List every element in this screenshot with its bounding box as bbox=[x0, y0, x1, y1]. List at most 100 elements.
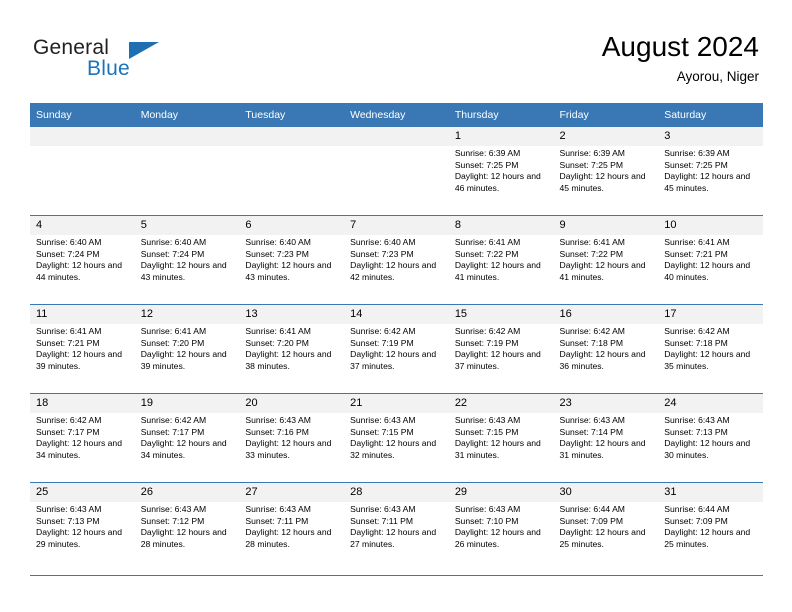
weekday-header-tuesday: Tuesday bbox=[239, 103, 345, 127]
calendar-day-cell[interactable]: 14 Sunrise: 6:42 AM Sunset: 7:19 PM Dayl… bbox=[344, 304, 449, 394]
calendar-day-cell[interactable]: 2 Sunrise: 6:39 AM Sunset: 7:25 PM Dayli… bbox=[553, 127, 659, 216]
sunset-text: Sunset: 7:19 PM bbox=[350, 337, 414, 348]
sunset-text: Sunset: 7:12 PM bbox=[140, 515, 205, 526]
sunrise-text: Sunrise: 6:43 AM bbox=[245, 504, 311, 514]
calendar-day-cell[interactable]: 28 Sunrise: 6:43 AM Sunset: 7:11 PM Dayl… bbox=[344, 482, 449, 571]
weekday-header-row: Sunday Monday Tuesday Wednesday Thursday… bbox=[30, 103, 763, 127]
day-number: 28 bbox=[344, 483, 449, 502]
calendar-day-cell[interactable]: 29 Sunrise: 6:43 AM Sunset: 7:10 PM Dayl… bbox=[448, 482, 554, 571]
brand-name-blue: Blue bbox=[87, 57, 130, 80]
daylight-text: Daylight: 12 hours and 40 minutes. bbox=[664, 260, 751, 282]
day-info: Sunrise: 6:40 AM Sunset: 7:24 PM Dayligh… bbox=[30, 235, 135, 283]
weekday-header-sunday: Sunday bbox=[30, 103, 135, 127]
calendar-day-cell[interactable]: 15 Sunrise: 6:42 AM Sunset: 7:19 PM Dayl… bbox=[448, 304, 554, 394]
sunrise-text: Sunrise: 6:42 AM bbox=[559, 326, 625, 336]
daylight-text: Daylight: 12 hours and 45 minutes. bbox=[664, 171, 751, 193]
day-info: Sunrise: 6:43 AM Sunset: 7:16 PM Dayligh… bbox=[239, 413, 344, 461]
calendar-day-cell bbox=[30, 127, 135, 216]
calendar-day-cell[interactable]: 12 Sunrise: 6:41 AM Sunset: 7:20 PM Dayl… bbox=[134, 304, 240, 394]
calendar-day-cell[interactable]: 8 Sunrise: 6:41 AM Sunset: 7:22 PM Dayli… bbox=[448, 215, 554, 305]
calendar-day-cell[interactable]: 24 Sunrise: 6:43 AM Sunset: 7:13 PM Dayl… bbox=[658, 393, 763, 483]
daylight-text: Daylight: 12 hours and 37 minutes. bbox=[454, 349, 541, 371]
calendar-day-cell[interactable]: 3 Sunrise: 6:39 AM Sunset: 7:25 PM Dayli… bbox=[658, 127, 763, 216]
calendar-day-cell[interactable]: 19 Sunrise: 6:42 AM Sunset: 7:17 PM Dayl… bbox=[134, 393, 240, 483]
daylight-text: Daylight: 12 hours and 28 minutes. bbox=[245, 527, 332, 549]
calendar-day-cell[interactable]: 11 Sunrise: 6:41 AM Sunset: 7:21 PM Dayl… bbox=[30, 304, 135, 394]
calendar-day-cell[interactable]: 27 Sunrise: 6:43 AM Sunset: 7:11 PM Dayl… bbox=[239, 482, 345, 571]
calendar-day-cell[interactable]: 1 Sunrise: 6:39 AM Sunset: 7:25 PM Dayli… bbox=[448, 127, 554, 216]
calendar-day-cell[interactable]: 9 Sunrise: 6:41 AM Sunset: 7:22 PM Dayli… bbox=[553, 215, 659, 305]
calendar-day-cell[interactable]: 7 Sunrise: 6:40 AM Sunset: 7:23 PM Dayli… bbox=[344, 215, 449, 305]
daylight-text: Daylight: 12 hours and 39 minutes. bbox=[140, 349, 227, 371]
day-number: 25 bbox=[30, 483, 135, 502]
weekday-header-thursday: Thursday bbox=[448, 103, 554, 127]
sunset-text: Sunset: 7:11 PM bbox=[245, 515, 309, 526]
calendar-day-cell[interactable]: 31 Sunrise: 6:44 AM Sunset: 7:09 PM Dayl… bbox=[658, 482, 763, 571]
sunrise-text: Sunrise: 6:41 AM bbox=[140, 326, 207, 336]
title-block: August 2024 Ayorou, Niger bbox=[602, 30, 759, 87]
day-number: 8 bbox=[448, 216, 554, 235]
sunset-text: Sunset: 7:17 PM bbox=[140, 426, 205, 437]
calendar-day-cell[interactable]: 20 Sunrise: 6:43 AM Sunset: 7:16 PM Dayl… bbox=[239, 393, 345, 483]
day-info: Sunrise: 6:43 AM Sunset: 7:10 PM Dayligh… bbox=[449, 502, 554, 550]
calendar-day-cell[interactable]: 30 Sunrise: 6:44 AM Sunset: 7:09 PM Dayl… bbox=[553, 482, 659, 571]
daylight-text: Daylight: 12 hours and 43 minutes. bbox=[140, 260, 227, 282]
calendar-day-cell[interactable]: 13 Sunrise: 6:41 AM Sunset: 7:20 PM Dayl… bbox=[239, 304, 345, 394]
calendar-day-cell[interactable]: 18 Sunrise: 6:42 AM Sunset: 7:17 PM Dayl… bbox=[30, 393, 135, 483]
brand-logo[interactable]: General Blue bbox=[33, 36, 213, 86]
sunset-text: Sunset: 7:21 PM bbox=[664, 248, 728, 259]
daylight-text: Daylight: 12 hours and 35 minutes. bbox=[664, 349, 751, 371]
calendar-day-cell[interactable]: 10 Sunrise: 6:41 AM Sunset: 7:21 PM Dayl… bbox=[658, 215, 763, 305]
sunrise-text: Sunrise: 6:41 AM bbox=[664, 237, 730, 247]
sunset-text: Sunset: 7:20 PM bbox=[140, 337, 205, 348]
calendar-day-cell[interactable]: 4 Sunrise: 6:40 AM Sunset: 7:24 PM Dayli… bbox=[30, 215, 135, 305]
day-info: Sunrise: 6:41 AM Sunset: 7:21 PM Dayligh… bbox=[658, 235, 763, 283]
sunrise-text: Sunrise: 6:43 AM bbox=[350, 504, 416, 514]
calendar-day-cell[interactable]: 16 Sunrise: 6:42 AM Sunset: 7:18 PM Dayl… bbox=[553, 304, 659, 394]
calendar-day-cell bbox=[344, 127, 449, 216]
day-info: Sunrise: 6:43 AM Sunset: 7:15 PM Dayligh… bbox=[449, 413, 554, 461]
day-number: 5 bbox=[134, 216, 240, 235]
sunrise-text: Sunrise: 6:41 AM bbox=[36, 326, 102, 336]
day-info: Sunrise: 6:41 AM Sunset: 7:20 PM Dayligh… bbox=[239, 324, 344, 372]
day-info: Sunrise: 6:44 AM Sunset: 7:09 PM Dayligh… bbox=[554, 502, 659, 550]
day-number: 23 bbox=[553, 394, 659, 413]
daylight-text: Daylight: 12 hours and 43 minutes. bbox=[245, 260, 332, 282]
calendar-day-cell[interactable]: 21 Sunrise: 6:43 AM Sunset: 7:15 PM Dayl… bbox=[344, 393, 449, 483]
sunset-text: Sunset: 7:18 PM bbox=[664, 337, 728, 348]
daylight-text: Daylight: 12 hours and 41 minutes. bbox=[559, 260, 646, 282]
sunset-text: Sunset: 7:22 PM bbox=[454, 248, 519, 259]
day-number: 29 bbox=[448, 483, 554, 502]
daylight-text: Daylight: 12 hours and 46 minutes. bbox=[454, 171, 541, 193]
sunset-text: Sunset: 7:15 PM bbox=[454, 426, 519, 437]
calendar-day-cell[interactable]: 17 Sunrise: 6:42 AM Sunset: 7:18 PM Dayl… bbox=[658, 304, 763, 394]
calendar-day-cell[interactable]: 5 Sunrise: 6:40 AM Sunset: 7:24 PM Dayli… bbox=[134, 215, 240, 305]
sunrise-text: Sunrise: 6:39 AM bbox=[454, 148, 521, 158]
calendar-bottom-rule bbox=[30, 575, 763, 576]
day-info: Sunrise: 6:40 AM Sunset: 7:23 PM Dayligh… bbox=[239, 235, 344, 283]
calendar-table: Sunday Monday Tuesday Wednesday Thursday… bbox=[30, 103, 763, 571]
sunrise-text: Sunrise: 6:43 AM bbox=[664, 415, 730, 425]
calendar-day-cell[interactable]: 26 Sunrise: 6:43 AM Sunset: 7:12 PM Dayl… bbox=[134, 482, 240, 571]
day-number: 6 bbox=[239, 216, 345, 235]
sunrise-text: Sunrise: 6:43 AM bbox=[350, 415, 416, 425]
day-info: Sunrise: 6:42 AM Sunset: 7:17 PM Dayligh… bbox=[135, 413, 240, 461]
daylight-text: Daylight: 12 hours and 25 minutes. bbox=[664, 527, 751, 549]
page-subtitle: Ayorou, Niger bbox=[676, 69, 759, 84]
daylight-text: Daylight: 12 hours and 27 minutes. bbox=[350, 527, 437, 549]
calendar-day-cell[interactable]: 22 Sunrise: 6:43 AM Sunset: 7:15 PM Dayl… bbox=[448, 393, 554, 483]
sunrise-text: Sunrise: 6:43 AM bbox=[140, 504, 207, 514]
sunset-text: Sunset: 7:13 PM bbox=[664, 426, 728, 437]
calendar-day-cell[interactable]: 25 Sunrise: 6:43 AM Sunset: 7:13 PM Dayl… bbox=[30, 482, 135, 571]
daylight-text: Daylight: 12 hours and 34 minutes. bbox=[36, 438, 122, 460]
sunrise-text: Sunrise: 6:43 AM bbox=[245, 415, 311, 425]
calendar-day-cell[interactable]: 6 Sunrise: 6:40 AM Sunset: 7:23 PM Dayli… bbox=[239, 215, 345, 305]
day-number: 15 bbox=[448, 305, 554, 324]
day-number: 3 bbox=[658, 127, 763, 146]
day-info: Sunrise: 6:40 AM Sunset: 7:24 PM Dayligh… bbox=[135, 235, 240, 283]
daylight-text: Daylight: 12 hours and 26 minutes. bbox=[454, 527, 541, 549]
day-info: Sunrise: 6:43 AM Sunset: 7:14 PM Dayligh… bbox=[554, 413, 659, 461]
sunrise-text: Sunrise: 6:43 AM bbox=[36, 504, 102, 514]
calendar-day-cell[interactable]: 23 Sunrise: 6:43 AM Sunset: 7:14 PM Dayl… bbox=[553, 393, 659, 483]
day-info: Sunrise: 6:43 AM Sunset: 7:12 PM Dayligh… bbox=[135, 502, 240, 550]
